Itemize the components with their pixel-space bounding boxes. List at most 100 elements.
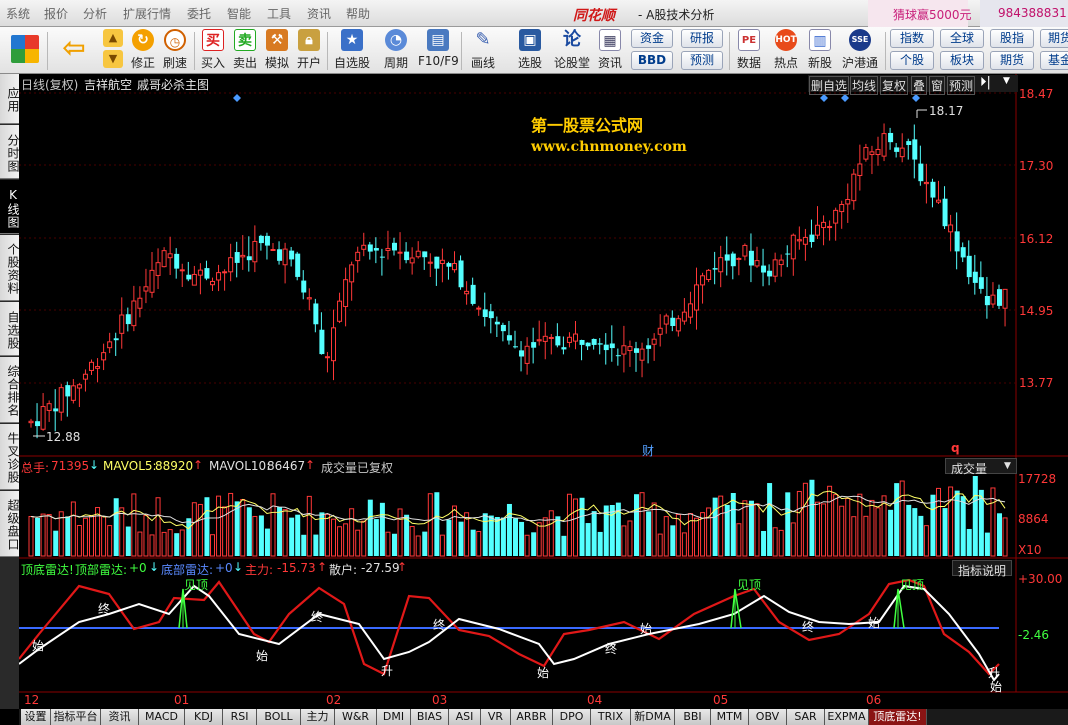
f10-button[interactable]: ▤ F10/F9 xyxy=(418,29,459,73)
stock-index-futures-button[interactable]: 股指 xyxy=(990,29,1034,48)
tab-super-board[interactable]: 超级盘口 xyxy=(0,491,20,557)
indicator-tab-1[interactable]: 指标平台 xyxy=(51,709,101,725)
tab-watchlist[interactable]: 自选股 xyxy=(0,302,20,356)
fund-button-2[interactable]: 基金 xyxy=(1040,51,1068,70)
tab-diagnosis[interactable]: 牛叉诊股 xyxy=(0,424,20,490)
adjust-button[interactable]: 复权 xyxy=(880,76,909,95)
indicator-tab-15[interactable]: TRIX xyxy=(591,709,631,725)
indicator-tab-10[interactable]: BIAS xyxy=(411,709,449,725)
candle-body xyxy=(851,173,857,202)
menu-news[interactable]: 资讯 xyxy=(307,5,331,22)
promo-link[interactable]: 猜球赢5000元 xyxy=(893,6,972,23)
futures-button[interactable]: 期货 xyxy=(1040,29,1068,48)
q-event-marker[interactable]: q xyxy=(951,441,960,455)
back-button[interactable]: ⇦ xyxy=(55,29,93,73)
indicator-tab-19[interactable]: OBV xyxy=(749,709,787,725)
menu-smart[interactable]: 智能 xyxy=(227,5,251,22)
watchlist-button[interactable]: ★ 自选股 xyxy=(332,29,372,73)
window-button[interactable]: 窗 xyxy=(929,76,946,95)
candle-body xyxy=(58,387,64,413)
hk-connect-button[interactable]: SSE 沪港通 xyxy=(840,29,880,73)
indicator-help-button[interactable]: 指标说明 xyxy=(952,560,1012,578)
sell-button[interactable]: 卖 卖出 xyxy=(231,29,259,73)
indicator-tab-16[interactable]: 新DMA xyxy=(631,709,675,725)
indicator-tab-6[interactable]: BOLL xyxy=(257,709,301,725)
indicator-tab-2[interactable]: 资讯 xyxy=(101,709,139,725)
x-tick-jun: 06 xyxy=(866,693,882,707)
indicator-tab-22[interactable]: 顶底雷达! xyxy=(869,709,927,725)
futures-button-2[interactable]: 期货 xyxy=(990,51,1034,70)
fund-button[interactable]: 资金 xyxy=(631,29,673,48)
buy-button[interactable]: 买 买入 xyxy=(199,29,227,73)
price-tick-2: 17.30 xyxy=(1019,159,1054,173)
tab-ranking[interactable]: 综合排名 xyxy=(0,357,20,423)
indicator-tab-21[interactable]: EXPMA xyxy=(825,709,869,725)
indicator-tab-4[interactable]: KDJ xyxy=(185,709,223,725)
candle-body xyxy=(500,324,506,332)
index-button[interactable]: 指数 xyxy=(890,29,934,48)
indicator-tab-17[interactable]: BBI xyxy=(675,709,711,725)
hotspot-button[interactable]: HOT 热点 xyxy=(772,29,800,73)
indicator-tab-9[interactable]: DMI xyxy=(377,709,411,725)
indicator-tab-0[interactable]: 设置 xyxy=(21,709,51,725)
menu-tools[interactable]: 工具 xyxy=(267,5,291,22)
volume-bar xyxy=(143,514,149,557)
tab-stock-info[interactable]: 个股资料 xyxy=(0,235,20,301)
menu-quote[interactable]: 报价 xyxy=(44,5,68,22)
period-button[interactable]: ◔ 周期 xyxy=(378,29,414,73)
sector-button[interactable]: 板块 xyxy=(940,51,984,70)
menu-trade[interactable]: 委托 xyxy=(187,5,211,22)
forum-button[interactable]: 论 论股堂 xyxy=(552,29,592,73)
sell-icon: 卖 xyxy=(234,29,256,51)
menu-analysis[interactable]: 分析 xyxy=(83,5,107,22)
stock-select-button[interactable]: ▣ 选股 xyxy=(512,29,548,73)
candle-body xyxy=(367,244,373,252)
volume-selector[interactable]: 成交量 ▼ xyxy=(945,458,1017,476)
prev-next-button[interactable]: ▲ ▼ xyxy=(100,29,126,73)
financial-event-marker[interactable]: 财 xyxy=(642,442,654,459)
volume-bar xyxy=(404,514,410,556)
tab-kline[interactable]: K线图 xyxy=(0,180,20,234)
ma-toggle-button[interactable]: 均线 xyxy=(850,76,879,95)
candle-body xyxy=(125,314,131,325)
indicator-tab-13[interactable]: ARBR xyxy=(511,709,553,725)
global-button[interactable]: 全球 xyxy=(940,29,984,48)
volume-bar xyxy=(694,517,699,557)
candle-body xyxy=(923,181,929,185)
indicator-tab-7[interactable]: 主力 xyxy=(301,709,335,725)
new-stock-button[interactable]: ▥ 新股 xyxy=(806,29,834,73)
menu-extended-quote[interactable]: 扩展行情 xyxy=(123,5,171,22)
tab-apps[interactable]: 应用 xyxy=(0,74,20,124)
news-button[interactable]: ▦ 资讯 xyxy=(596,29,624,73)
expand-icon[interactable]: ⏵| xyxy=(980,75,991,90)
menu-system[interactable]: 系统 xyxy=(6,5,30,22)
simulate-button[interactable]: ⚒ 模拟 xyxy=(263,29,291,73)
menu-help[interactable]: 帮助 xyxy=(346,5,370,22)
candle-body xyxy=(821,221,827,229)
indicator-tab-5[interactable]: RSI xyxy=(223,709,257,725)
indicator-tab-20[interactable]: SAR xyxy=(787,709,825,725)
remove-watchlist-button[interactable]: 删自选 xyxy=(809,76,850,95)
correct-button[interactable]: ↻ 修正 xyxy=(129,29,157,73)
indicator-tab-12[interactable]: VR xyxy=(481,709,511,725)
research-button[interactable]: 研报 xyxy=(681,29,723,48)
open-account-button[interactable]: 🔒︎ 开户 xyxy=(295,29,323,73)
candle-body xyxy=(464,290,470,295)
individual-stock-button[interactable]: 个股 xyxy=(890,51,934,70)
indicator-tab-18[interactable]: MTM xyxy=(711,709,749,725)
bbd-button[interactable]: BBD xyxy=(631,51,673,70)
forecast-toggle-button[interactable]: 预测 xyxy=(947,76,976,95)
indicator-tab-14[interactable]: DPO xyxy=(553,709,591,725)
forecast-button[interactable]: 预测 xyxy=(681,51,723,70)
windows-layout-button[interactable] xyxy=(10,29,40,73)
dropdown-icon[interactable]: ▼ xyxy=(1003,76,1010,86)
indicator-tab-8[interactable]: W&R xyxy=(335,709,377,725)
overlay-button[interactable]: 叠 xyxy=(911,76,928,95)
data-button[interactable]: PE 数据 xyxy=(735,29,763,73)
draw-line-button[interactable]: ✎ 画线 xyxy=(466,29,500,73)
kline-chart-area[interactable] xyxy=(19,74,1068,709)
tab-intraday[interactable]: 分时图 xyxy=(0,125,20,179)
indicator-tab-3[interactable]: MACD xyxy=(139,709,185,725)
speed-test-button[interactable]: ◷ 刷速 xyxy=(160,29,190,73)
indicator-tab-11[interactable]: ASI xyxy=(449,709,481,725)
